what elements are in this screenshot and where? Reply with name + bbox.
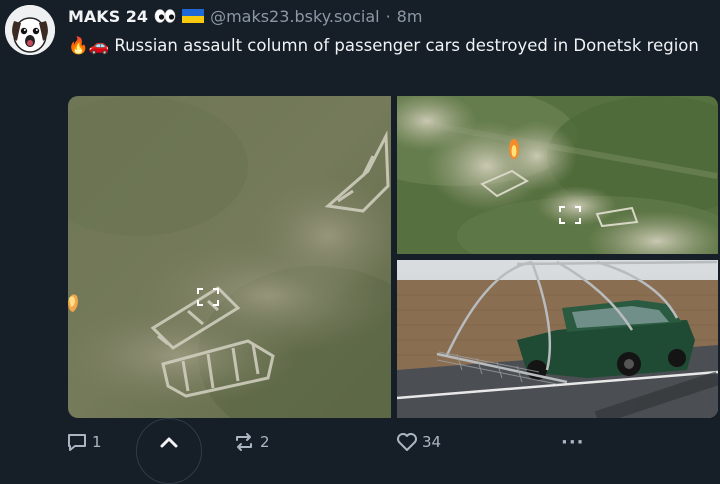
heart-icon bbox=[397, 433, 417, 451]
scroll-to-top-button[interactable] bbox=[136, 418, 202, 484]
focus-reticle-icon bbox=[197, 288, 219, 306]
post-emoji: 🔥🚗 bbox=[68, 36, 110, 55]
like-count: 34 bbox=[422, 433, 442, 451]
handle[interactable]: @maks23.bsky.social bbox=[210, 7, 380, 26]
drone-photo-1 bbox=[68, 96, 391, 418]
reply-count: 1 bbox=[92, 433, 102, 451]
image-drone-view-smoke-column[interactable] bbox=[397, 96, 718, 254]
repost-icon bbox=[236, 433, 252, 451]
avatar-dog-icon bbox=[5, 5, 55, 55]
post-header: MAKS 24 @maks23.bsky.social · 8m bbox=[68, 6, 422, 26]
image-drone-view-burning-vehicles[interactable] bbox=[68, 96, 391, 418]
media-grid bbox=[68, 96, 718, 418]
reply-button[interactable]: 1 bbox=[66, 430, 102, 454]
more-icon: ··· bbox=[561, 431, 585, 453]
more-options-button[interactable]: ··· bbox=[561, 430, 585, 454]
chevron-up-icon bbox=[160, 437, 178, 448]
drone-photo-2 bbox=[397, 96, 718, 254]
post-body: Russian assault column of passenger cars… bbox=[114, 36, 699, 55]
timestamp[interactable]: 8m bbox=[397, 7, 423, 26]
display-name[interactable]: MAKS 24 bbox=[68, 7, 148, 26]
like-button[interactable]: 34 bbox=[396, 430, 441, 454]
eyes-icon bbox=[154, 9, 176, 23]
avatar[interactable] bbox=[5, 5, 55, 55]
repost-button[interactable]: 2 bbox=[232, 430, 270, 454]
repost-count: 2 bbox=[260, 433, 270, 451]
ukraine-flag-icon bbox=[182, 9, 205, 23]
reply-icon bbox=[68, 434, 86, 451]
separator: · bbox=[385, 6, 391, 26]
car-photo bbox=[397, 260, 718, 418]
post-text: 🔥🚗 Russian assault column of passenger c… bbox=[68, 33, 708, 58]
focus-reticle-icon bbox=[559, 206, 581, 224]
image-car-with-cage-armor[interactable] bbox=[397, 260, 718, 418]
post-actions: 1 2 34 ··· bbox=[0, 424, 720, 464]
